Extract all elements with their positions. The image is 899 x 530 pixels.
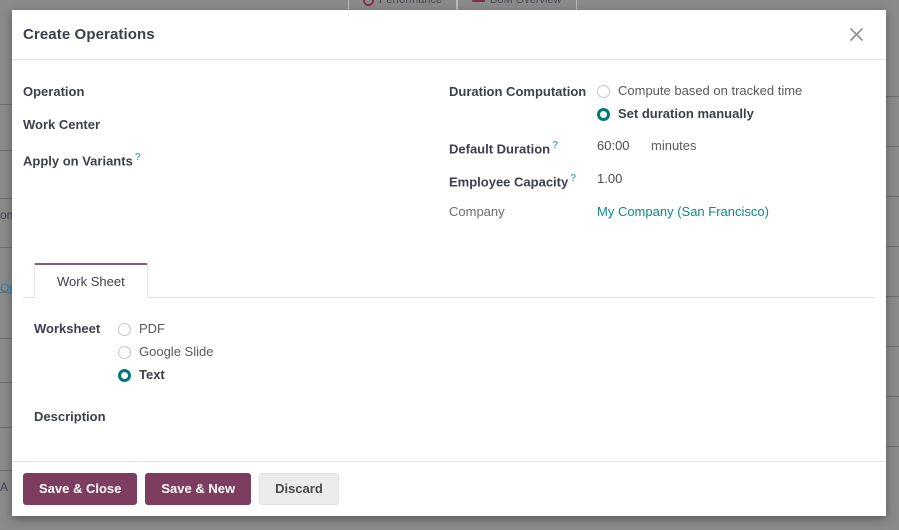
field-duration-computation: Duration Computation Compute based on tr…	[449, 82, 875, 123]
radio-worksheet-pdf[interactable]: PDF	[118, 320, 213, 338]
radio-set-duration-manually[interactable]: Set duration manually	[597, 105, 802, 123]
save-and-new-button[interactable]: Save & New	[145, 473, 252, 505]
notebook: Work Sheet Worksheet PDF Google Slide Te…	[12, 263, 886, 461]
field-default-duration-text: Default Duration	[449, 141, 551, 157]
field-duration-computation-label: Duration Computation	[449, 84, 587, 99]
field-company-value[interactable]: My Company (San Francisco)	[597, 202, 769, 222]
field-apply-on-variants-text: Apply on Variants	[23, 153, 133, 169]
field-apply-on-variants: Apply on Variants?	[23, 148, 429, 181]
background-bottom-strip	[0, 516, 899, 530]
background-stat-performance-label: Performance	[379, 0, 442, 6]
help-tooltip-icon[interactable]: ?	[552, 140, 558, 151]
field-worksheet: Worksheet PDF Google Slide Text	[34, 320, 864, 384]
field-operation: Operation	[23, 82, 429, 115]
bar-icon	[471, 0, 485, 2]
radio-worksheet-text[interactable]: Text	[118, 366, 213, 384]
radio-checked-icon[interactable]	[118, 368, 131, 382]
form-sheet: Operation Work Center Apply on Variants?	[12, 60, 886, 235]
field-worksheet-label: Worksheet	[34, 321, 101, 336]
radio-worksheet-text-label: Text	[139, 367, 165, 382]
field-default-duration-value-wrap: 60:00 minutes	[597, 136, 697, 156]
help-tooltip-icon[interactable]: ?	[570, 173, 576, 184]
dialog-title: Create Operations	[23, 26, 155, 43]
radio-worksheet-google-slide[interactable]: Google Slide	[118, 343, 213, 361]
radio-unchecked-icon[interactable]	[597, 84, 610, 98]
form-column-right: Duration Computation Compute based on tr…	[449, 82, 875, 235]
background-stat-bom-overview-label: BoM Overview	[489, 0, 562, 6]
radio-compute-based-on-tracked-time[interactable]: Compute based on tracked time	[597, 82, 802, 100]
form-column-left: Operation Work Center Apply on Variants?	[23, 82, 449, 235]
field-default-duration-unit: minutes	[651, 138, 697, 153]
radio-worksheet-pdf-label: PDF	[139, 321, 165, 336]
save-and-close-button[interactable]: Save & Close	[23, 473, 138, 505]
field-company-label: Company	[449, 204, 505, 219]
radio-worksheet-google-slide-label: Google Slide	[139, 344, 214, 359]
field-employee-capacity-input[interactable]: 1.00	[597, 169, 622, 189]
field-operation-label: Operation	[23, 84, 85, 99]
discard-button[interactable]: Discard	[259, 473, 339, 505]
field-description-label: Description	[34, 409, 106, 424]
field-employee-capacity-label: Employee Capacity?	[449, 169, 597, 192]
dialog-body: Operation Work Center Apply on Variants?	[12, 60, 886, 461]
worksheet-radio-group: PDF Google Slide Text	[118, 320, 213, 384]
field-work-center-label: Work Center	[23, 117, 101, 132]
create-operations-dialog: Create Operations Operation Work Center	[12, 10, 886, 516]
field-employee-capacity: Employee Capacity? 1.00	[449, 169, 875, 202]
field-default-duration-input[interactable]: 60:00	[597, 136, 651, 156]
field-description-editor[interactable]	[34, 424, 864, 461]
tab-pane-work-sheet: Worksheet PDF Google Slide Text Descript…	[23, 298, 875, 461]
radio-unchecked-icon[interactable]	[118, 322, 131, 336]
tab-work-sheet[interactable]: Work Sheet	[34, 263, 148, 298]
dialog-footer: Save & Close Save & New Discard	[12, 461, 886, 516]
dialog-header: Create Operations	[12, 10, 886, 60]
field-default-duration: Default Duration? 60:00 minutes	[449, 136, 875, 169]
field-default-duration-label: Default Duration?	[449, 136, 597, 159]
notebook-tab-bar: Work Sheet	[23, 263, 875, 298]
field-company: Company My Company (San Francisco)	[449, 202, 875, 235]
radio-checked-icon[interactable]	[597, 107, 610, 121]
close-icon[interactable]	[844, 23, 868, 47]
field-apply-on-variants-label: Apply on Variants?	[23, 148, 183, 171]
background-right-column	[886, 11, 899, 530]
field-employee-capacity-text: Employee Capacity	[449, 174, 569, 190]
radio-unchecked-icon[interactable]	[118, 345, 131, 359]
field-work-center: Work Center	[23, 115, 429, 148]
help-tooltip-icon[interactable]: ?	[135, 152, 141, 163]
duration-computation-radio-group: Compute based on tracked time Set durati…	[597, 82, 802, 123]
radio-compute-based-on-tracked-time-label: Compute based on tracked time	[618, 83, 803, 98]
radio-set-duration-manually-label: Set duration manually	[618, 106, 754, 121]
ring-icon	[363, 0, 374, 6]
